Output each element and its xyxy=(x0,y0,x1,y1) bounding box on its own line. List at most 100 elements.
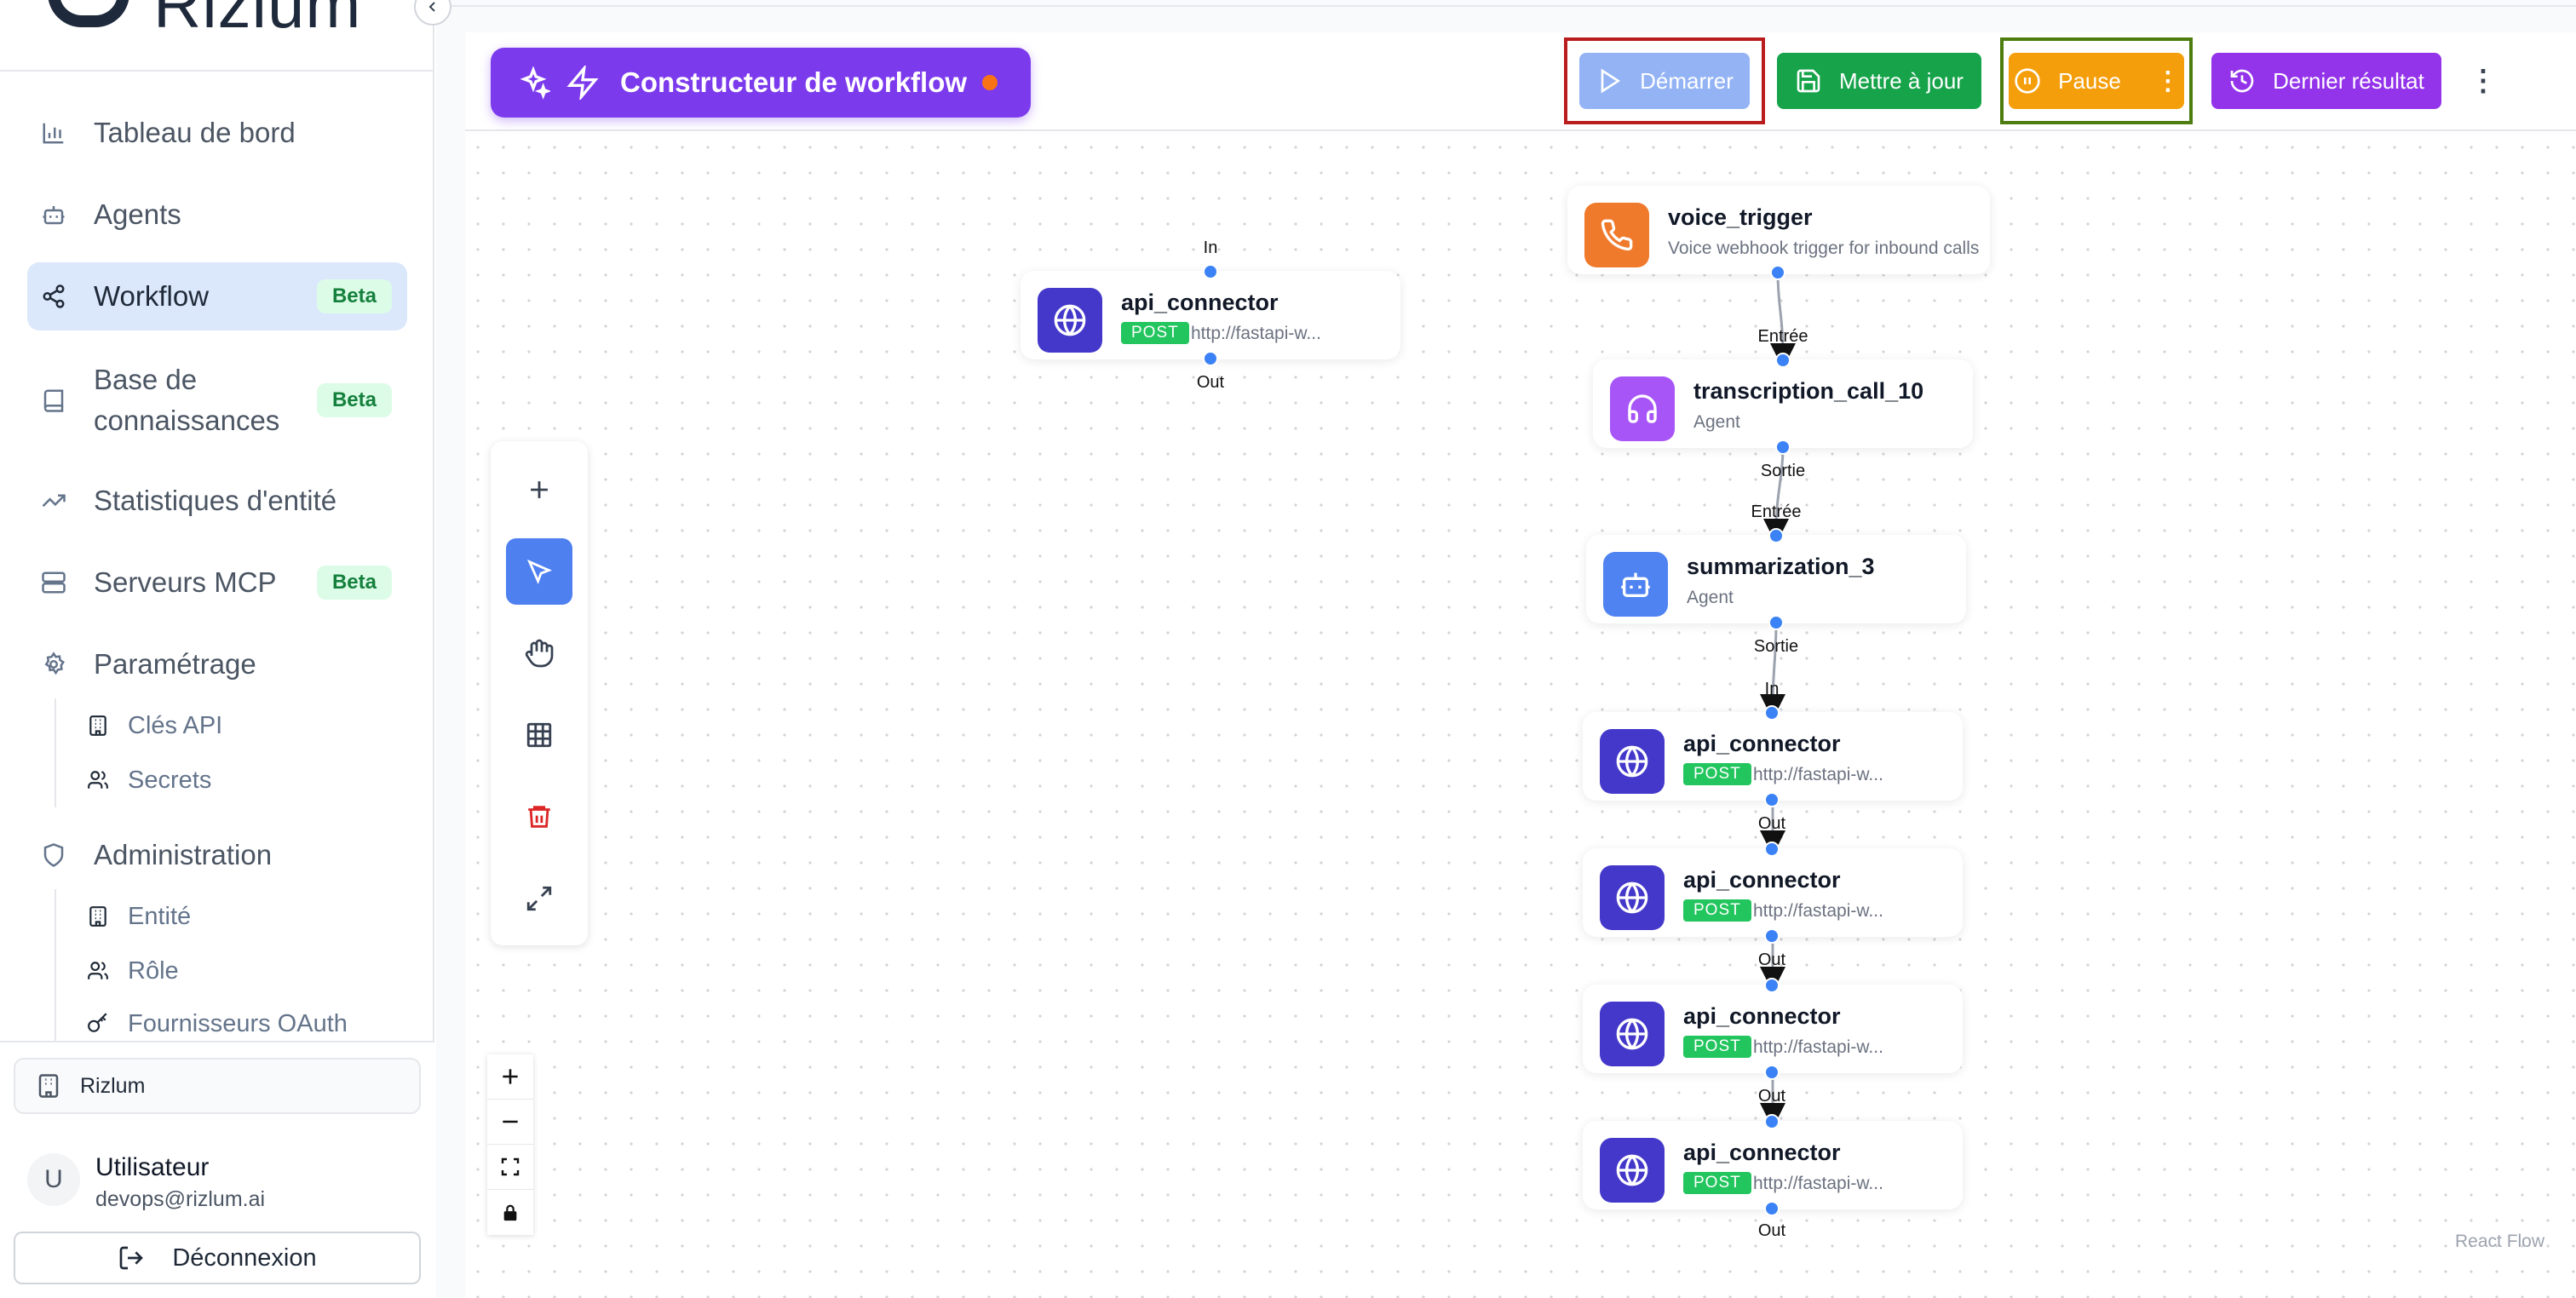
lightning-icon xyxy=(566,66,599,100)
input-handle[interactable] xyxy=(1764,841,1780,857)
sidebar-subitem-label: Clés API xyxy=(128,711,223,739)
sidebar-item-label: Base de connaissances xyxy=(94,364,280,436)
method-badge: POST xyxy=(1121,322,1189,344)
sidebar-item-mcp-servers[interactable]: Serveurs MCP Beta xyxy=(27,548,407,617)
output-handle[interactable] xyxy=(1203,351,1218,366)
logout-label: Déconnexion xyxy=(172,1243,317,1272)
handle-label: Entrée xyxy=(1757,327,1808,346)
sidebar-subitem-label: Rôle xyxy=(128,956,179,985)
delete-tool[interactable] xyxy=(506,784,572,850)
sidebar-subitem-oauth[interactable]: Fournisseurs OAuth xyxy=(85,1002,348,1041)
input-handle[interactable] xyxy=(1768,528,1784,543)
node-url: http://fastapi-w... xyxy=(1753,1037,1883,1057)
react-flow-attribution[interactable]: React Flow xyxy=(2455,1232,2544,1252)
hand-icon xyxy=(525,639,554,668)
beta-badge: Beta xyxy=(316,383,392,417)
top-divider xyxy=(436,5,2576,7)
bot-icon xyxy=(39,200,68,229)
node-summarization[interactable]: summarization_3 Agent xyxy=(1586,535,1966,623)
globe-icon xyxy=(1600,729,1665,794)
zoom-in-button[interactable] xyxy=(487,1054,533,1100)
output-handle[interactable] xyxy=(1764,928,1780,944)
output-handle[interactable] xyxy=(1764,1201,1780,1216)
node-url: http://fastapi-w... xyxy=(1753,1174,1883,1193)
pause-options-icon[interactable]: ⋮ xyxy=(2155,66,2181,96)
node-api-connector[interactable]: api_connector POST http://fastapi-w... xyxy=(1583,848,1963,937)
sidebar-item-knowledge-base[interactable]: Base de connaissances Beta xyxy=(27,356,407,445)
brand-name: Rizlum xyxy=(153,0,362,42)
pause-button[interactable]: Pause ⋮ xyxy=(2009,53,2184,109)
user-email: devops@rizlum.ai xyxy=(95,1187,266,1211)
output-handle[interactable] xyxy=(1775,439,1791,455)
node-url: http://fastapi-w... xyxy=(1753,901,1883,921)
input-handle[interactable] xyxy=(1203,264,1218,279)
update-label: Mettre à jour xyxy=(1839,67,1964,94)
output-handle[interactable] xyxy=(1768,615,1784,630)
user-name: Utilisateur xyxy=(95,1153,210,1181)
submenu-line xyxy=(55,889,56,1041)
node-api-connector[interactable]: api_connector POST http://fastapi-w... xyxy=(1583,985,1963,1073)
sidebar-footer: Rizlum U Utilisateur devops@rizlum.ai Dé… xyxy=(0,1041,434,1298)
sidebar-item-entity-stats[interactable]: Statistiques d'entité xyxy=(27,467,407,535)
beta-badge: Beta xyxy=(316,279,392,313)
logout-button[interactable]: Déconnexion xyxy=(14,1232,421,1284)
sidebar-item-settings[interactable]: Paramétrage xyxy=(27,630,407,698)
play-icon xyxy=(1601,68,1621,94)
node-voice-trigger[interactable]: voice_trigger Voice webhook trigger for … xyxy=(1567,186,1990,274)
plus-icon xyxy=(503,1069,518,1084)
sidebar-subitem-entity[interactable]: Entité xyxy=(85,893,191,940)
sidebar-item-administration[interactable]: Administration xyxy=(27,821,407,889)
chevron-left-icon xyxy=(428,2,435,12)
phone-icon xyxy=(1584,203,1649,267)
input-handle[interactable] xyxy=(1764,978,1780,993)
node-transcription-call[interactable]: transcription_call_10 Agent xyxy=(1593,359,1973,448)
pan-tool[interactable] xyxy=(506,620,572,686)
select-tool[interactable] xyxy=(506,538,572,605)
handle-label: Sortie xyxy=(1753,637,1799,656)
trending-up-icon xyxy=(39,486,68,515)
input-handle[interactable] xyxy=(1764,705,1780,721)
sidebar-subitem-api-keys[interactable]: Clés API xyxy=(85,702,222,750)
pause-icon xyxy=(2015,68,2040,94)
building-icon xyxy=(85,904,111,929)
fit-view-tool[interactable] xyxy=(506,865,572,932)
grid-tool[interactable] xyxy=(506,702,572,768)
node-api-connector[interactable]: api_connector POST http://fastapi-w... xyxy=(1583,712,1963,801)
method-badge: POST xyxy=(1683,1172,1751,1194)
input-handle[interactable] xyxy=(1775,353,1791,368)
fit-view-button[interactable] xyxy=(487,1145,533,1190)
avatar[interactable]: U xyxy=(27,1153,80,1206)
start-button[interactable]: Démarrer xyxy=(1579,53,1750,109)
sidebar-item-dashboard[interactable]: Tableau de bord xyxy=(27,99,407,167)
workflow-canvas[interactable] xyxy=(465,32,2576,1298)
node-api-connector[interactable]: api_connector POST http://fastapi-w... xyxy=(1021,271,1400,359)
last-result-button[interactable]: Dernier résultat xyxy=(2211,53,2441,109)
globe-icon xyxy=(1600,865,1665,930)
node-api-connector[interactable]: api_connector POST http://fastapi-w... xyxy=(1583,1121,1963,1209)
output-handle[interactable] xyxy=(1770,265,1785,280)
organization-switcher[interactable]: Rizlum xyxy=(14,1058,421,1114)
zoom-out-button[interactable] xyxy=(487,1100,533,1145)
handle-label: Out xyxy=(1757,1221,1786,1240)
node-title: api_connector xyxy=(1121,290,1279,315)
output-handle[interactable] xyxy=(1764,1065,1780,1080)
update-button[interactable]: Mettre à jour xyxy=(1777,53,1981,109)
input-handle[interactable] xyxy=(1764,1114,1780,1129)
sidebar-item-agents[interactable]: Agents xyxy=(27,181,407,249)
node-subtitle: Agent xyxy=(1693,412,1740,432)
sidebar-item-label: Administration xyxy=(94,839,273,870)
add-node-tool[interactable] xyxy=(506,457,572,523)
organization-name: Rizlum xyxy=(80,1073,146,1098)
users-icon xyxy=(85,767,111,793)
sidebar-item-label: Agents xyxy=(94,198,181,230)
sidebar-item-label: Paramétrage xyxy=(94,648,256,680)
sidebar-item-workflow[interactable]: Workflow Beta xyxy=(27,262,407,330)
sidebar-subitem-secrets[interactable]: Secrets xyxy=(85,756,211,804)
start-label: Démarrer xyxy=(1640,67,1734,94)
node-subtitle: Agent xyxy=(1687,588,1734,607)
sidebar-subitem-role[interactable]: Rôle xyxy=(85,947,179,995)
lock-button[interactable] xyxy=(487,1190,533,1235)
more-options-icon[interactable]: ⋮ xyxy=(2469,65,2498,97)
headset-icon xyxy=(1610,376,1675,441)
output-handle[interactable] xyxy=(1764,792,1780,807)
